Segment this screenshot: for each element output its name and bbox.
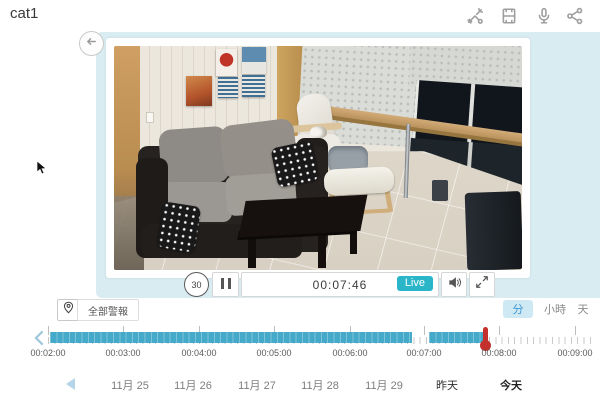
timeline-tick-label: 00:03:00 — [105, 348, 141, 358]
date-item-yesterday[interactable]: 昨天 — [436, 377, 458, 393]
speaker-icon — [447, 275, 462, 295]
cat — [310, 126, 327, 138]
poster-striped — [218, 77, 238, 98]
rewind-30-label: 30 — [191, 279, 202, 290]
timeline-tick-label: 00:04:00 — [181, 348, 217, 358]
dark-cabinet — [464, 191, 522, 270]
tab-minute[interactable]: 分 — [503, 300, 533, 318]
poster-sea — [242, 47, 266, 74]
pause-button[interactable] — [212, 272, 239, 297]
share-icon[interactable] — [566, 7, 584, 25]
timeline-recorded-segment[interactable] — [50, 332, 412, 343]
date-item[interactable]: 11月 29 — [365, 377, 403, 393]
time-display-box: 00:07:46 Live — [241, 272, 439, 297]
poster-striped — [242, 75, 265, 97]
table-leg — [318, 232, 326, 268]
timeline-major-tick — [575, 326, 576, 335]
back-button[interactable] — [79, 31, 104, 56]
timeline-tick-label: 00:06:00 — [332, 348, 368, 358]
mouse-cursor — [36, 160, 48, 181]
date-item[interactable]: 11月 25 — [111, 377, 149, 393]
pause-icon — [219, 276, 233, 294]
microphone-icon[interactable] — [535, 7, 553, 25]
back-arrow-icon — [85, 35, 98, 53]
timeline-tick-label: 00:08:00 — [481, 348, 517, 358]
timeline-recorded-segment[interactable] — [429, 332, 486, 343]
volume-button[interactable] — [441, 272, 467, 297]
timeline-major-tick — [48, 326, 49, 335]
tools-icon[interactable] — [466, 7, 484, 25]
timeline-tick-label: 00:05:00 — [256, 348, 292, 358]
wall-socket — [146, 112, 154, 123]
live-badge[interactable]: Live — [396, 276, 433, 291]
fullscreen-icon — [475, 275, 489, 294]
current-time: 00:07:46 — [312, 277, 368, 292]
all-alerts-label: 全部警報 — [88, 306, 128, 318]
camera-viewer-app: cat1 30 00:07:46 Live 全部警報 分 小時 天 00:02:… — [0, 0, 600, 413]
timeline-tick-label: 00:07:00 — [406, 348, 442, 358]
camera-video-feed[interactable] — [114, 46, 522, 270]
film-icon[interactable] — [500, 7, 518, 25]
trash-bin — [432, 180, 448, 201]
date-item[interactable]: 11月 27 — [238, 377, 276, 393]
poster-orange-art — [186, 76, 212, 106]
all-alerts-button[interactable]: 全部警報 — [77, 299, 139, 321]
poster-red-tree — [216, 49, 237, 76]
date-prev-chevron[interactable] — [66, 378, 75, 390]
location-pin-icon — [62, 301, 75, 319]
footstool — [323, 166, 395, 196]
tab-hour[interactable]: 小時 — [541, 300, 569, 318]
tab-day[interactable]: 天 — [573, 300, 593, 318]
timeline-tick-label: 00:09:00 — [557, 348, 593, 358]
date-item-today[interactable]: 今天 — [500, 377, 522, 393]
sofa-cushion — [158, 125, 230, 187]
fullscreen-button[interactable] — [469, 272, 495, 297]
timeline-tick-label: 00:02:00 — [30, 348, 66, 358]
alert-pin-button[interactable] — [57, 299, 79, 321]
timeline-major-tick — [499, 326, 500, 335]
timeline-major-tick — [424, 326, 425, 335]
page-title: cat1 — [10, 5, 39, 22]
date-item[interactable]: 11月 26 — [174, 377, 212, 393]
date-item[interactable]: 11月 28 — [301, 377, 339, 393]
coffee-table — [238, 194, 368, 238]
polka-dot-pillow — [270, 140, 320, 188]
rewind-30-button[interactable]: 30 — [184, 272, 209, 297]
polka-dot-pillow — [156, 201, 202, 253]
